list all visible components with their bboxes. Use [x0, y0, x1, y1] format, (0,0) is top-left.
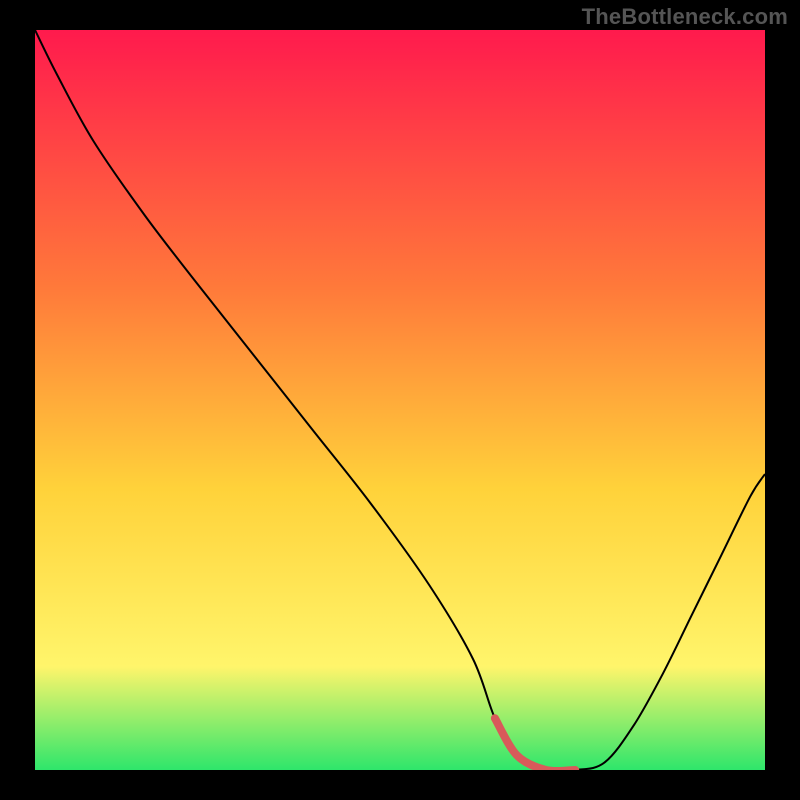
bottleneck-chart	[35, 30, 765, 770]
plot-area	[35, 30, 765, 770]
chart-background	[35, 30, 765, 770]
watermark-text: TheBottleneck.com	[582, 4, 788, 30]
chart-frame: TheBottleneck.com	[0, 0, 800, 800]
